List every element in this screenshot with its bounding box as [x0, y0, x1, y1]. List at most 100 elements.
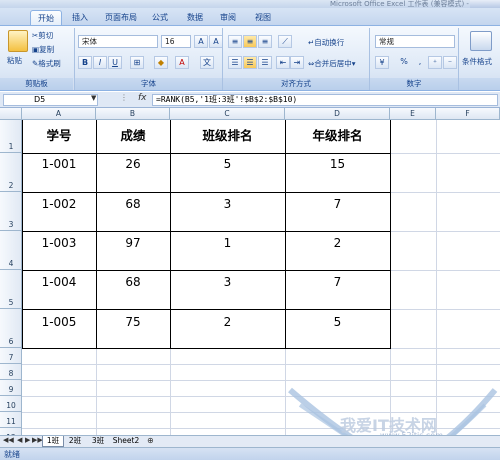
comma-button[interactable]: ,: [413, 56, 427, 69]
row-header-2[interactable]: 2: [0, 153, 22, 192]
name-box[interactable]: D5: [3, 94, 98, 106]
increase-indent-icon[interactable]: ⇥: [290, 56, 304, 69]
table-header-score[interactable]: 成绩: [96, 125, 170, 144]
column-header-d[interactable]: D: [285, 108, 390, 120]
table-cell[interactable]: 1-004: [22, 275, 96, 289]
table-cell[interactable]: 3: [170, 197, 285, 211]
conditional-format-button[interactable]: 条件格式: [462, 55, 492, 68]
align-right-icon[interactable]: ☰: [258, 56, 272, 69]
paste-button[interactable]: 粘贴: [7, 54, 22, 67]
fill-color-icon[interactable]: ◆: [154, 56, 168, 69]
percent-button[interactable]: %: [397, 56, 411, 69]
bold-button[interactable]: B: [78, 56, 92, 69]
font-size-select[interactable]: 16: [161, 35, 191, 48]
table-cell[interactable]: 68: [96, 197, 170, 211]
font-name-select[interactable]: 宋体: [78, 35, 158, 48]
cut-button[interactable]: ✂剪切: [32, 29, 53, 42]
table-cell[interactable]: 1-001: [22, 157, 96, 171]
row-header-9[interactable]: 9: [0, 380, 22, 396]
decrease-indent-icon[interactable]: ⇤: [276, 56, 290, 69]
wrap-text-button[interactable]: ↵自动换行: [308, 36, 344, 49]
tab-home[interactable]: 开始: [30, 10, 62, 26]
tab-page-layout[interactable]: 页面布局: [98, 10, 144, 26]
prev-sheet-icon[interactable]: ◀: [17, 436, 22, 444]
font-color-icon[interactable]: A: [175, 56, 189, 69]
first-sheet-icon[interactable]: ◀◀: [3, 436, 14, 444]
table-header-student-id[interactable]: 学号: [22, 125, 96, 144]
border-icon[interactable]: ⊞: [130, 56, 144, 69]
align-bottom-icon[interactable]: ≡: [258, 35, 272, 48]
sheet-tab-bar: ◀◀ ◀ ▶ ▶▶ 1班 2班 3班 Sheet2 ⊕: [0, 435, 500, 447]
table-cell[interactable]: 1: [170, 236, 285, 250]
tab-review[interactable]: 审阅: [213, 10, 243, 26]
table-cell[interactable]: 5: [170, 157, 285, 171]
tab-data[interactable]: 数据: [180, 10, 210, 26]
format-painter-button[interactable]: ✎格式刷: [32, 57, 61, 70]
conditional-format-icon[interactable]: [470, 31, 492, 51]
tab-insert[interactable]: 插入: [65, 10, 95, 26]
insert-sheet-icon[interactable]: ⊕: [147, 436, 154, 445]
table-header-class-rank[interactable]: 班级排名: [170, 125, 285, 144]
sheet-tab-1[interactable]: 1班: [42, 436, 64, 447]
fx-icon[interactable]: fx: [138, 93, 147, 103]
row-header-10[interactable]: 10: [0, 396, 22, 412]
row-header-11[interactable]: 11: [0, 412, 22, 428]
column-header-f[interactable]: F: [436, 108, 500, 120]
row-header-3[interactable]: 3: [0, 192, 22, 231]
align-top-icon[interactable]: ≡: [228, 35, 242, 48]
decrease-decimal-icon[interactable]: ⁻: [443, 56, 457, 69]
row-header-7[interactable]: 7: [0, 348, 22, 364]
table-cell[interactable]: 2: [170, 315, 285, 329]
table-header-grade-rank[interactable]: 年级排名: [285, 125, 390, 144]
row-header-1[interactable]: 1: [0, 120, 22, 153]
chevron-down-icon[interactable]: ▼: [91, 94, 96, 102]
italic-button[interactable]: I: [93, 56, 107, 69]
worksheet-grid[interactable]: A B C D E F 1 2 3 4 5 6 7 8 9 10 11 12: [0, 108, 500, 435]
phonetic-icon[interactable]: 文: [200, 56, 214, 69]
tab-formulas[interactable]: 公式: [145, 10, 175, 26]
align-left-icon[interactable]: ☰: [228, 56, 242, 69]
formula-input[interactable]: =RANK(B5,'1班:3班'!$B$2:$B$10): [152, 94, 498, 106]
align-middle-icon[interactable]: ≡: [243, 35, 257, 48]
sheet-tab-2[interactable]: 2班: [64, 436, 86, 447]
table-cell[interactable]: 1-003: [22, 236, 96, 250]
increase-decimal-icon[interactable]: ⁺: [428, 56, 442, 69]
column-header-e[interactable]: E: [390, 108, 436, 120]
select-all-corner[interactable]: [0, 108, 22, 120]
table-cell[interactable]: 68: [96, 275, 170, 289]
sheet-tab-3[interactable]: 3班: [87, 436, 109, 447]
table-cell[interactable]: 5: [285, 315, 390, 329]
row-header-4[interactable]: 4: [0, 231, 22, 270]
row-header-5[interactable]: 5: [0, 270, 22, 309]
table-cell[interactable]: 3: [170, 275, 285, 289]
number-format-select[interactable]: 常规: [375, 35, 455, 48]
next-sheet-icon[interactable]: ▶: [25, 436, 30, 444]
table-cell[interactable]: 1-002: [22, 197, 96, 211]
underline-button[interactable]: U: [108, 56, 122, 69]
table-cell[interactable]: 15: [285, 157, 390, 171]
shrink-font-icon[interactable]: A: [209, 35, 223, 48]
row-header-12[interactable]: 12: [0, 428, 22, 435]
tab-view[interactable]: 视图: [248, 10, 278, 26]
table-cell[interactable]: 7: [285, 197, 390, 211]
column-header-c[interactable]: C: [170, 108, 285, 120]
table-cell[interactable]: 2: [285, 236, 390, 250]
row-header-8[interactable]: 8: [0, 364, 22, 380]
sheet-tab-4[interactable]: Sheet2: [110, 436, 142, 447]
orientation-icon[interactable]: ⟋: [278, 35, 292, 48]
table-cell[interactable]: 75: [96, 315, 170, 329]
table-cell[interactable]: 97: [96, 236, 170, 250]
paste-icon[interactable]: [8, 30, 28, 52]
currency-icon[interactable]: ¥: [375, 56, 389, 69]
copy-button[interactable]: ▣复制: [32, 43, 54, 56]
column-header-a[interactable]: A: [22, 108, 96, 120]
window-controls[interactable]: [470, 0, 500, 8]
table-cell[interactable]: 7: [285, 275, 390, 289]
merge-center-button[interactable]: ⇔合并后居中▾: [308, 57, 356, 70]
align-center-icon[interactable]: ☰: [243, 56, 257, 69]
row-header-6[interactable]: 6: [0, 309, 22, 348]
table-cell[interactable]: 1-005: [22, 315, 96, 329]
table-cell[interactable]: 26: [96, 157, 170, 171]
grow-font-icon[interactable]: A: [194, 35, 208, 48]
column-header-b[interactable]: B: [96, 108, 170, 120]
